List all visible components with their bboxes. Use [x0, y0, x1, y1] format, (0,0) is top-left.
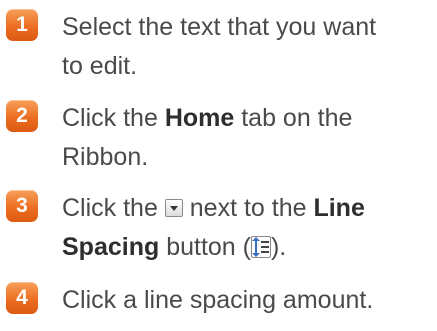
- step-text: Click a line spacing amount.: [62, 281, 373, 320]
- step-text: Click the next to the Line Spacing butto…: [62, 189, 365, 267]
- dropdown-arrow-icon: [164, 199, 183, 217]
- spacing-label: Spacing: [62, 233, 160, 261]
- step-number-badge: 4: [6, 282, 38, 314]
- step-text: Click the Home tab on the Ribbon.: [62, 99, 352, 177]
- line-label: Line: [313, 194, 365, 222]
- line-spacing-icon: [250, 236, 271, 258]
- step-line-2: Ribbon.: [62, 143, 149, 171]
- step-line-1: Select the text that you want: [62, 13, 377, 41]
- step-text-suffix-close: ).: [270, 233, 287, 261]
- step-text-prefix: Click the: [62, 104, 165, 132]
- step-number-badge: 3: [6, 190, 38, 222]
- step-number-badge: 2: [6, 100, 38, 132]
- home-tab-label: Home: [164, 104, 235, 132]
- step-text: Select the text that you want to edit.: [62, 8, 376, 86]
- step-text-suffix-open: button (: [159, 233, 251, 261]
- step-text-middle: next to the: [182, 194, 314, 222]
- step-text-suffix: tab on the: [234, 104, 353, 132]
- step-line-1: Click a line spacing amount.: [62, 286, 374, 314]
- step-text-prefix: Click the: [62, 194, 165, 222]
- step-line-2: to edit.: [62, 52, 138, 80]
- step-number-badge: 1: [6, 9, 38, 41]
